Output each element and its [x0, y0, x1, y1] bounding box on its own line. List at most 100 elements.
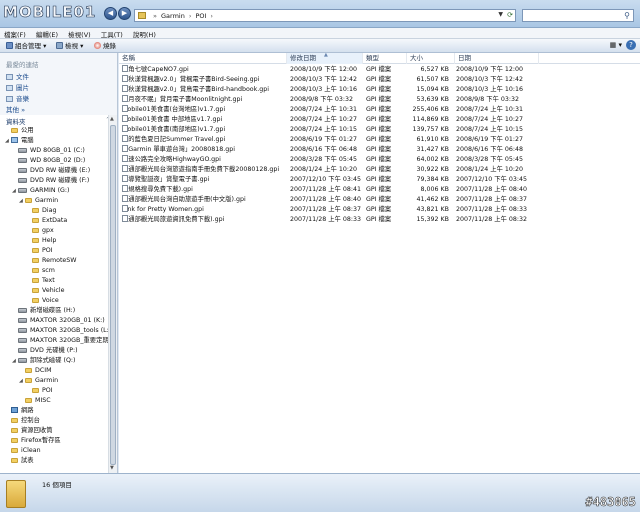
file-row[interactable]: 交通部觀光局台灣自助旅遊手冊(中文版).gpi 2007/11/28 上午 08:… [119, 195, 640, 205]
gpi-file-icon [122, 75, 128, 82]
file-row[interactable]: Mobile01美食書(南部地區)v1.7.gpi 2008/7/24 上午 10… [119, 125, 640, 135]
file-name-text: Mobile01美食書 中部地區v1.7.gpi [122, 116, 223, 123]
tree-item[interactable]: Voice [26, 296, 59, 306]
tree-item[interactable]: POI [26, 386, 53, 396]
menu-help[interactable]: 說明(H) [129, 28, 160, 39]
file-row[interactable]: Mobile01美食書 中部地區v1.7.gpi 2008/7/24 上午 10:… [119, 115, 640, 125]
tree-item[interactable]: Text [26, 276, 55, 286]
column-header-name[interactable]: 名稱 [119, 53, 287, 64]
file-row[interactable]: 我的藍色夏日記Summer Travel.gpi 2008/6/19 下午 01:… [119, 135, 640, 145]
menu-tools[interactable]: 工具(T) [97, 28, 127, 39]
help-icon[interactable]: ? [626, 40, 636, 50]
tree-item[interactable]: Vehicle [26, 286, 65, 296]
tree-item[interactable]: 網路 [5, 406, 34, 416]
tree-item[interactable]: ◢ 電腦 [5, 136, 34, 146]
chevron-down-icon[interactable]: ▼ [498, 11, 503, 18]
tree-item[interactable]: ◢ Garmin [19, 376, 58, 386]
file-row[interactable]: Mobile01美食書(台灣地區)v1.7.gpi 2008/7/24 上午 10… [119, 105, 640, 115]
breadcrumb-item[interactable]: Garmin [161, 12, 185, 20]
file-date: 2008/10/9 下午 12:00 [456, 66, 524, 73]
tree-item[interactable]: 資源回收筒 [5, 426, 52, 436]
file-row[interactable]: 交通部觀光局旅遊資訊免費下載).gpi 2007/11/28 上午 08:33 GP… [119, 215, 640, 225]
watermark-id: #483065 [585, 495, 636, 510]
expanded-arrow-icon[interactable]: ◢ [19, 376, 24, 386]
favorite-link-documents[interactable]: 文件 [6, 71, 29, 81]
tree-item[interactable]: WD 80GB_02 (D:) [12, 156, 85, 166]
favorite-link-pictures[interactable]: 圖片 [6, 82, 29, 92]
expanded-arrow-icon[interactable]: ◢ [12, 356, 17, 366]
scroll-down-icon[interactable]: ▼ [110, 465, 114, 471]
views-button[interactable]: 檢視 ▾ [56, 41, 83, 51]
tree-item[interactable]: ◢ Garmin [19, 196, 58, 206]
tree-item[interactable]: ◢ GARMIN (G:) [12, 186, 69, 196]
tree-item[interactable]: MAXTOR 320GB_01 (K:) [12, 316, 105, 326]
tree-item[interactable]: MAXTOR 320GB_重要定期備 [12, 336, 108, 346]
tree-item[interactable]: RemoteSW [26, 256, 77, 266]
file-row[interactable]: 海角七號CapeNO7.gpi 2008/10/9 下午 12:00 GPI 檔案 6… [119, 65, 640, 75]
tree-item[interactable]: 控制台 [5, 416, 40, 426]
favorite-link-more[interactable]: 其他 » [6, 104, 25, 114]
refresh-icon[interactable]: ⟳ [507, 11, 513, 19]
drive-icon [18, 347, 27, 353]
forward-arrow-icon[interactable]: ▶ [118, 7, 131, 20]
tree-item[interactable]: DVD RW 磁碟機 (E:) [12, 166, 90, 176]
tree-item[interactable]: DVD RW 磁碟機 (F:) [12, 176, 89, 186]
tree-item[interactable]: gpx [26, 226, 54, 236]
file-row[interactable]: 「秋漾賞楓趣v2.0」賞鳥電子書Bird-handbook.gpi 2008/10… [119, 85, 640, 95]
file-row[interactable]: 「秋漾賞楓趣v2.0」賞楓電子書Bird-Seeing.gpi 2008/10/3… [119, 75, 640, 85]
folder-icon [138, 12, 146, 19]
tree-item[interactable]: iClean [5, 446, 41, 456]
file-name-text: 「Garmin 單車遊台灣」20080818.gpi [122, 146, 235, 153]
tree-item[interactable]: DCIM [19, 366, 52, 376]
file-name: 「Garmin 單車遊台灣」20080818.gpi [122, 145, 287, 155]
folder-icon [6, 480, 26, 508]
tree-item[interactable]: Firefox暫存區 [5, 436, 61, 446]
burn-button[interactable]: 燒錄 [94, 41, 116, 51]
tree-item[interactable]: ◢ 卸除式磁碟 (Q:) [12, 356, 75, 366]
scroll-up-icon[interactable]: ▲ [110, 116, 114, 122]
file-row[interactable]: 「月夜不眠」賞月電子書Moonlitnight.gpi 2008/9/8 下午 0… [119, 95, 640, 105]
file-type: GPI 檔案 [366, 126, 392, 133]
organize-button[interactable]: 組合管理 ▾ [6, 41, 46, 51]
file-date: 2007/11/28 上午 08:33 [456, 206, 528, 213]
expanded-arrow-icon[interactable]: ◢ [19, 196, 24, 206]
search-input[interactable]: ⚲ [522, 9, 634, 22]
tree-scrollbar[interactable]: ▲ ▼ [108, 115, 117, 473]
menu-file[interactable]: 檔案(F) [0, 28, 30, 39]
file-date: 2008/9/8 下午 03:32 [456, 96, 520, 103]
file-row[interactable]: 交通部觀光局台灣旅遊指南手冊免費下載20080128.gpi 2008/1/24 … [119, 165, 640, 175]
view-options-icon[interactable]: ▦ ▾ [610, 41, 622, 49]
tree-item[interactable]: 公用 [5, 126, 34, 136]
tree-item[interactable]: MISC [19, 396, 51, 406]
menu-view[interactable]: 檢視(V) [64, 28, 95, 39]
tree-item[interactable]: POI [26, 246, 53, 256]
search-icon[interactable]: ⚲ [624, 11, 630, 20]
tree-item[interactable]: DVD 光碟機 (P:) [12, 346, 78, 356]
file-row[interactable]: Pink for Pretty Women.gpi 2007/11/28 上午 0… [119, 205, 640, 215]
back-arrow-icon[interactable]: ◀ [104, 7, 117, 20]
tree-item[interactable]: Diag [26, 206, 56, 216]
address-bar[interactable]: » Garmin › POI › ▼ ⟳ [134, 9, 516, 22]
column-header-size[interactable]: 大小 [407, 53, 455, 64]
tree-item[interactable]: Help [26, 236, 56, 246]
column-header-type[interactable]: 類型 [363, 53, 407, 64]
expanded-arrow-icon[interactable]: ◢ [12, 186, 17, 196]
file-row[interactable]: 高規格搜尋免費下載).gpi 2007/11/28 上午 08:41 GPI 檔案 8… [119, 185, 640, 195]
menu-edit[interactable]: 編輯(E) [32, 28, 62, 39]
column-header-date[interactable]: 日期 [455, 53, 539, 64]
gpi-file-icon [122, 115, 128, 122]
file-row[interactable]: 「導覽聖誕夜」賞聖電子書.gpi 2007/12/10 下午 03:45 GPI 檔… [119, 175, 640, 185]
expanded-arrow-icon[interactable]: ◢ [5, 136, 10, 146]
folders-header[interactable]: 資料夾 ˄ [6, 116, 109, 126]
favorite-link-music[interactable]: 音樂 [6, 93, 29, 103]
tree-item[interactable]: 試表 [5, 456, 34, 466]
file-row[interactable]: 「Garmin 單車遊台灣」20080818.gpi 2008/6/16 下午 0… [119, 145, 640, 155]
scroll-thumb[interactable] [110, 125, 116, 465]
tree-item[interactable]: MAXTOR 320GB_tools (L:) [12, 326, 108, 336]
breadcrumb-item[interactable]: POI [195, 12, 206, 20]
tree-item[interactable]: ExtData [26, 216, 67, 226]
tree-item[interactable]: WD 80GB_01 (C:) [12, 146, 85, 156]
file-row[interactable]: 高速公路完全攻略HighwayGO.gpi 2008/3/28 下午 05:45 G… [119, 155, 640, 165]
tree-item[interactable]: 新增磁碟區 (H:) [12, 306, 75, 316]
tree-item[interactable]: scm [26, 266, 55, 276]
